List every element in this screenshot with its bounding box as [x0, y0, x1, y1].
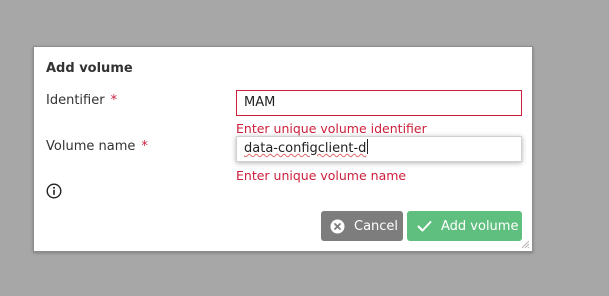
add-volume-dialog: Add volume Identifier * MAM Enter unique … — [33, 46, 533, 252]
close-circle-icon — [330, 219, 345, 234]
text-caret — [367, 139, 369, 154]
volume-name-label: Volume name * — [46, 139, 148, 154]
resize-handle[interactable] — [520, 239, 530, 249]
volume-name-required-mark: * — [141, 139, 148, 154]
add-volume-button-label: Add volume — [441, 218, 519, 234]
volume-name-label-text: Volume name — [46, 139, 136, 154]
dialog-title: Add volume — [46, 61, 133, 76]
volume-name-input-value: data-configclient-d — [244, 141, 367, 156]
identifier-required-mark: * — [110, 93, 118, 108]
add-volume-button[interactable]: Add volume — [407, 211, 522, 241]
volume-name-input-wrap: data-configclient-d — [244, 137, 514, 161]
identifier-label: Identifier * — [46, 93, 117, 108]
volume-name-input[interactable]: data-configclient-d — [236, 136, 522, 162]
check-icon — [417, 220, 432, 233]
identifier-error: Enter unique volume identifier — [236, 121, 427, 136]
identifier-input[interactable]: MAM — [236, 90, 522, 116]
cancel-button-label: Cancel — [354, 218, 399, 234]
cancel-button[interactable]: Cancel — [321, 211, 403, 241]
identifier-input-value: MAM — [244, 95, 276, 110]
identifier-label-text: Identifier — [46, 93, 105, 108]
volume-name-error: Enter unique volume name — [236, 168, 407, 183]
info-icon[interactable] — [46, 183, 62, 199]
